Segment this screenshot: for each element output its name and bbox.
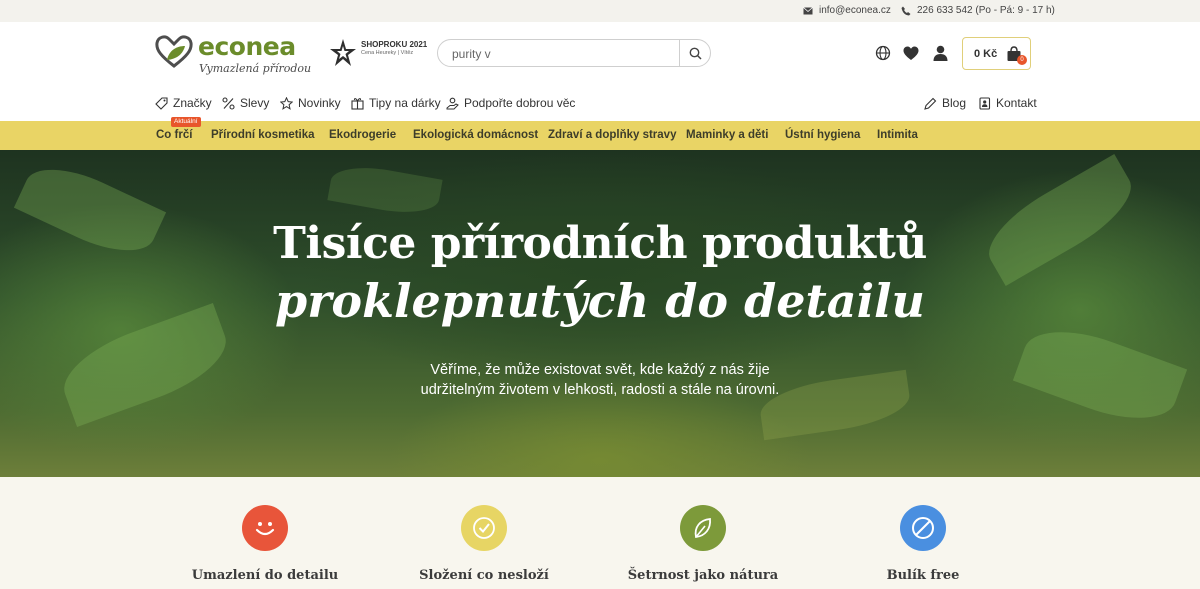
hero-title: Tisíce přírodních produktů bbox=[273, 218, 927, 269]
feature-item: Bulík free bbox=[813, 505, 1033, 589]
pencil-icon bbox=[924, 97, 937, 110]
language-button[interactable] bbox=[874, 44, 892, 62]
gift-icon bbox=[351, 97, 364, 110]
features-section: Umazlení do detailu Složení co nesloží Š… bbox=[0, 477, 1200, 589]
subnav-label: Značky bbox=[173, 96, 212, 110]
wishlist-button[interactable] bbox=[902, 44, 920, 62]
check-icon bbox=[461, 505, 507, 551]
search-icon bbox=[689, 47, 702, 60]
contact-icon bbox=[979, 96, 991, 110]
econea-logo[interactable]: econea Vymazlená přírodou bbox=[155, 32, 311, 75]
hero-text-line: Věříme, že může existovat svět, kde každ… bbox=[430, 362, 770, 378]
category-nav: Aktuální Co frčí Přírodní kosmetika Ekod… bbox=[0, 117, 1200, 150]
email-text: info@econea.cz bbox=[819, 5, 891, 16]
logo-wordmark: econea bbox=[198, 32, 296, 61]
subnav-label: Tipy na dárky bbox=[369, 96, 441, 110]
current-badge: Aktuální bbox=[171, 117, 201, 127]
heart-icon bbox=[903, 46, 919, 60]
award-title: SHOPROKU 2021 bbox=[361, 40, 428, 49]
heart-leaf-logo-icon bbox=[155, 35, 193, 68]
feature-title: Šetrnost jako nátura bbox=[627, 568, 779, 583]
subnav-label: Slevy bbox=[240, 96, 270, 110]
subnav-item-blog[interactable]: Blog bbox=[924, 96, 966, 110]
hero-subtitle: proklepnutých do detailu bbox=[275, 274, 925, 328]
feature-item: Umazlení do detailu bbox=[155, 505, 375, 589]
subnav-item-gift-tips[interactable]: Tipy na dárky bbox=[351, 96, 441, 110]
subnav-item-charity[interactable]: Podpořte dobrou věc bbox=[446, 96, 575, 110]
charity-icon bbox=[446, 97, 459, 109]
feature-item: Složení co nesloží bbox=[374, 505, 594, 589]
cart-button[interactable]: 0 Kč 0 bbox=[962, 37, 1031, 70]
subnav-label: Novinky bbox=[298, 96, 341, 110]
subnav-label: Kontakt bbox=[996, 96, 1037, 110]
smile-icon bbox=[242, 505, 288, 551]
search-input[interactable] bbox=[452, 44, 677, 64]
category-oral-hygiene[interactable]: Ústní hygiena bbox=[785, 129, 860, 141]
site-header: econea Vymazlená přírodou SHOPROKU 2021 … bbox=[0, 22, 1200, 121]
subnav-label: Blog bbox=[942, 96, 967, 110]
shoproku-award[interactable]: SHOPROKU 2021 Cena Heureky | Vítěz bbox=[328, 36, 428, 70]
email-link[interactable]: info@econea.cz bbox=[803, 5, 891, 16]
search-button[interactable] bbox=[679, 40, 710, 66]
feature-title: Umazlení do detailu bbox=[191, 568, 339, 583]
user-icon bbox=[933, 45, 947, 61]
no-icon bbox=[900, 505, 946, 551]
subnav-item-contact[interactable]: Kontakt bbox=[978, 96, 1037, 110]
mail-icon bbox=[803, 6, 813, 14]
top-info-bar: info@econea.cz 226 633 542 (Po - Pá: 9 -… bbox=[0, 0, 1200, 22]
subnav-label: Podpořte dobrou věc bbox=[464, 96, 576, 110]
globe-icon bbox=[875, 45, 891, 61]
category-eco-drugstore[interactable]: Ekodrogerie bbox=[329, 129, 396, 141]
phone-icon bbox=[901, 6, 911, 15]
category-trending[interactable]: Co frčí bbox=[156, 129, 192, 141]
subnav-item-brands[interactable]: Značky bbox=[155, 96, 212, 110]
subnav-item-sales[interactable]: Slevy bbox=[222, 96, 269, 110]
feature-title: Bulík free bbox=[886, 568, 960, 583]
category-natural-cosmetics[interactable]: Přírodní kosmetika bbox=[211, 129, 315, 141]
category-eco-household[interactable]: Ekologická domácnost bbox=[413, 129, 538, 141]
star-award-icon bbox=[330, 39, 356, 66]
feature-title: Složení co nesloží bbox=[419, 568, 549, 583]
tag-icon bbox=[155, 96, 168, 110]
leaf-icon bbox=[680, 505, 726, 551]
hero-banner: Tisíce přírodních produktů proklepnutých… bbox=[0, 150, 1200, 477]
percent-icon bbox=[222, 96, 235, 110]
phone-text: 226 633 542 (Po - Pá: 9 - 17 h) bbox=[917, 5, 1055, 16]
search-box bbox=[437, 39, 711, 67]
fern-decoration bbox=[327, 160, 443, 220]
category-health[interactable]: Zdraví a doplňky stravy bbox=[548, 129, 676, 141]
account-button[interactable] bbox=[931, 44, 949, 62]
logo-tagline: Vymazlená přírodou bbox=[199, 62, 312, 75]
category-intimacy[interactable]: Intimita bbox=[877, 129, 918, 141]
subnav-item-news[interactable]: Novinky bbox=[280, 96, 341, 110]
star-icon bbox=[280, 96, 293, 110]
cart-price: 0 Kč bbox=[974, 48, 998, 60]
feature-item: Šetrnost jako nátura bbox=[593, 505, 813, 589]
award-subtitle: Cena Heureky | Vítěz bbox=[361, 50, 414, 56]
hero-text: Věříme, že může existovat svět, kde každ… bbox=[0, 360, 1200, 400]
cart-count-badge: 0 bbox=[1017, 55, 1027, 65]
category-mothers-kids[interactable]: Maminky a děti bbox=[686, 129, 768, 141]
hero-text-line: udržitelným životem v lehkosti, radosti … bbox=[420, 382, 780, 398]
phone-link[interactable]: 226 633 542 (Po - Pá: 9 - 17 h) bbox=[901, 5, 1055, 16]
